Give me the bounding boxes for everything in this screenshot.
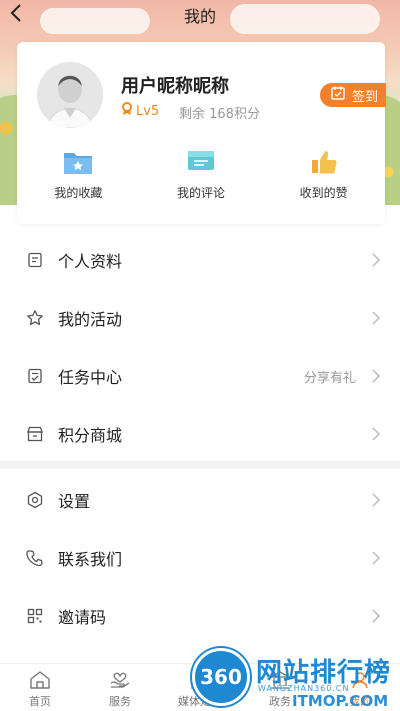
level-text: Lv5 (136, 103, 160, 119)
checkin-label: 签到 (351, 89, 378, 105)
qr-grid-icon (26, 607, 44, 625)
level-badge: Lv5 (121, 102, 159, 120)
menu-label: 联系我们 (58, 550, 123, 569)
menu-label: 积分商城 (58, 426, 123, 445)
calendar-icon (330, 85, 346, 105)
menu-item-activities[interactable]: 我的活动 (0, 289, 400, 347)
menu-hint: 分享有礼 (303, 370, 356, 386)
menu-group-system: 设置 联系我们 邀请码 (0, 471, 400, 645)
service-icon (108, 669, 132, 691)
thumbs-up-icon (307, 146, 341, 178)
chevron-right-icon (372, 311, 381, 325)
chevron-right-icon (372, 493, 381, 507)
tab-label: 服务 (109, 695, 131, 708)
profile-card: 用户昵称昵称 Lv5 剩余 168积分 签到 我的收藏 我的评论 收到的赞 (17, 42, 386, 224)
settings-icon (26, 491, 44, 509)
watermark-logo: 360 (192, 648, 250, 706)
shortcut-label: 我的收藏 (54, 186, 103, 200)
menu-item-settings[interactable]: 设置 (0, 471, 400, 529)
phone-icon (26, 549, 44, 567)
shortcut-comments[interactable]: 我的评论 (140, 146, 263, 212)
menu-label: 邀请码 (58, 608, 107, 627)
shortcut-label: 我的评论 (177, 186, 226, 200)
chevron-right-icon (372, 369, 381, 383)
shortcut-label: 收到的赞 (299, 186, 348, 200)
chevron-right-icon (372, 253, 381, 267)
comment-icon (184, 146, 218, 178)
shortcut-favorites[interactable]: 我的收藏 (17, 146, 140, 212)
tab-service[interactable]: 服务 (80, 664, 160, 711)
top-bar: 我的 (0, 0, 400, 28)
menu-label: 设置 (58, 492, 91, 511)
nickname: 用户昵称昵称 (121, 76, 229, 97)
chevron-right-icon (372, 427, 381, 441)
menu-item-tasks[interactable]: 任务中心 分享有礼 (0, 347, 400, 405)
tab-home[interactable]: 首页 (0, 664, 80, 711)
watermark-domain: ITMOP.COM (292, 692, 389, 710)
shortcut-row: 我的收藏 我的评论 收到的赞 (17, 146, 385, 212)
menu-item-invite-code[interactable]: 邀请码 (0, 587, 400, 645)
menu-item-contact[interactable]: 联系我们 (0, 529, 400, 587)
document-icon (26, 251, 44, 269)
menu-item-points-store[interactable]: 积分商城 (0, 405, 400, 463)
chevron-right-icon (372, 551, 381, 565)
home-icon (28, 669, 52, 691)
my-page: 我的 用户昵称昵称 Lv5 剩余 168积分 签到 我的收藏 我的评论 收到的赞… (0, 0, 400, 711)
menu-label: 个人资料 (58, 252, 123, 271)
menu-label: 我的活动 (58, 310, 123, 329)
page-title: 我的 (183, 7, 216, 26)
star-icon (26, 309, 44, 327)
avatar[interactable] (37, 62, 103, 128)
folder-star-icon (61, 146, 95, 178)
task-icon (26, 367, 44, 385)
store-icon (26, 425, 44, 443)
points-text: 剩余 168积分 (179, 107, 260, 122)
checkin-button[interactable]: 签到 (319, 83, 386, 107)
tab-label: 首页 (29, 695, 51, 708)
medal-icon (121, 102, 133, 120)
section-divider (0, 461, 400, 469)
watermark: 360 网站排行榜 WANGZHAN360.CN ITMOP.COM (192, 648, 398, 710)
menu-item-profile[interactable]: 个人资料 (0, 231, 400, 289)
menu-group-account: 个人资料 我的活动 任务中心 分享有礼 积分商城 (0, 231, 400, 463)
chevron-right-icon (372, 609, 381, 623)
menu-label: 任务中心 (58, 368, 123, 387)
shortcut-likes[interactable]: 收到的赞 (262, 146, 385, 212)
